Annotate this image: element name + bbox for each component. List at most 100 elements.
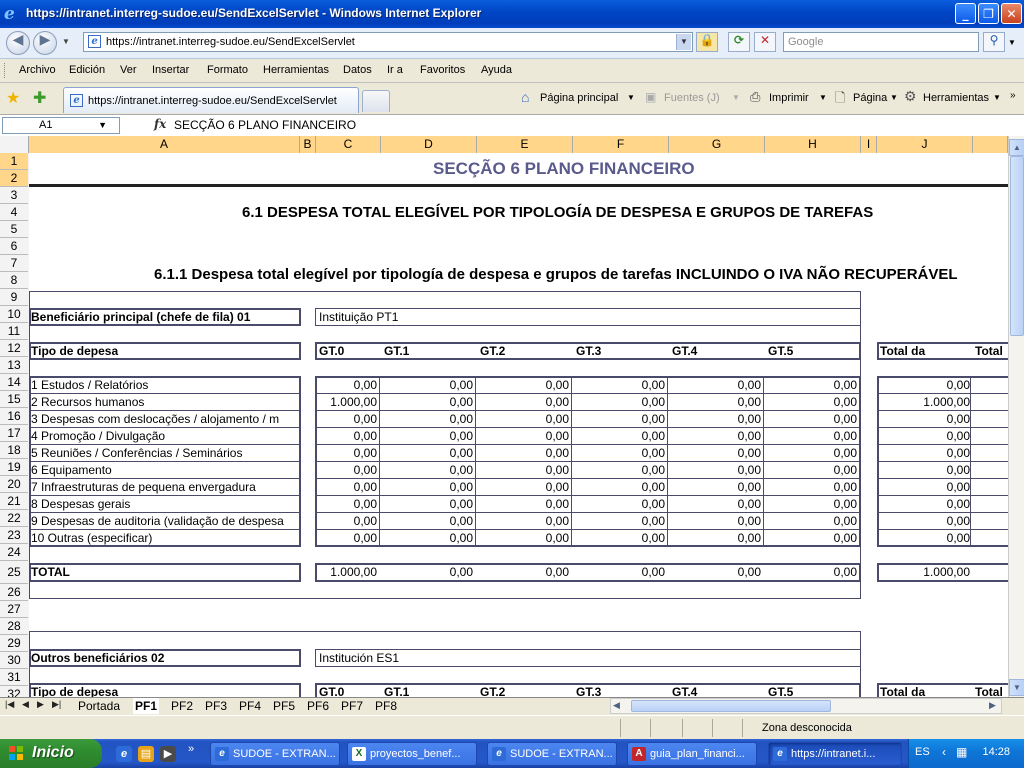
expense-value-cell[interactable]: 0,00 [764, 411, 859, 428]
total-value-cell[interactable]: 0,00 [380, 564, 475, 581]
horizontal-scrollbar[interactable]: ◀ ▶ [610, 698, 1002, 714]
row-header[interactable]: 8 [0, 272, 28, 289]
home-icon[interactable]: ⌂ [521, 89, 529, 105]
total-header[interactable]: Total [975, 343, 1003, 360]
gt-header[interactable]: GT.0 [319, 343, 344, 360]
quicklaunch-ie-icon[interactable]: e [116, 746, 132, 762]
sheet-tab-pf1[interactable]: PF1 [133, 698, 160, 714]
more-commands-icon[interactable]: » [1010, 90, 1016, 101]
add-favorite-icon[interactable]: ✚ [33, 88, 46, 108]
total-value-cell[interactable]: 1.000,00 [315, 564, 379, 581]
column-header[interactable]: C [316, 136, 381, 153]
expense-row-label[interactable]: 1 Estudos / Relatórios [31, 377, 299, 394]
taskbar-item[interactable]: e SUDOE - EXTRAN... [487, 742, 617, 766]
expense-value-cell[interactable]: 0,00 [668, 411, 764, 428]
menu-herramientas[interactable]: Herramientas [263, 64, 329, 76]
taskbar-item[interactable]: A guia_plan_financi... [627, 742, 757, 766]
sheet-tab-pf7[interactable]: PF7 [339, 698, 365, 714]
expense-value-cell[interactable]: 0,00 [764, 513, 859, 530]
close-button[interactable]: ✕ [1001, 3, 1022, 24]
expense-value-cell[interactable]: 0,00 [476, 513, 572, 530]
new-tab-button[interactable] [362, 90, 390, 112]
expense-value-cell[interactable]: 0,00 [380, 377, 476, 394]
expense-value-cell[interactable]: 0,00 [572, 462, 668, 479]
column-header[interactable]: D [381, 136, 477, 153]
row-header[interactable]: 15 [0, 391, 28, 408]
expense-value-cell[interactable]: 0,00 [315, 428, 380, 445]
gt-header[interactable]: GT.4 [672, 343, 697, 360]
row-header[interactable]: 19 [0, 459, 28, 476]
scroll-right-icon[interactable]: ▶ [989, 700, 996, 711]
expense-row-label[interactable]: 8 Despesas gerais [31, 496, 299, 513]
row-header[interactable]: 18 [0, 442, 28, 459]
sheet-tab-pf2[interactable]: PF2 [169, 698, 195, 714]
home-button[interactable]: Página principal [540, 92, 618, 104]
next-sheet-icon[interactable]: ▶ [37, 699, 44, 710]
print-dropdown-icon[interactable]: ▼ [819, 93, 827, 102]
expense-value-cell[interactable]: 0,00 [476, 377, 572, 394]
row-header[interactable]: 6 [0, 238, 28, 255]
sheet-tab-pf3[interactable]: PF3 [203, 698, 229, 714]
expense-value-cell[interactable]: 0,00 [572, 445, 668, 462]
expense-value-cell[interactable]: 0,00 [668, 445, 764, 462]
total-value-cell[interactable]: 0,00 [668, 564, 763, 581]
row-header[interactable]: 23 [0, 527, 28, 544]
window-title-bar[interactable]: e https://intranet.interreg-sudoe.eu/Sen… [0, 0, 1024, 28]
search-options-icon[interactable]: ▼ [1008, 38, 1016, 47]
menu-ayuda[interactable]: Ayuda [481, 64, 512, 76]
menu-edicion[interactable]: Edición [69, 64, 105, 76]
expense-value-cell[interactable]: 0,00 [764, 428, 859, 445]
column-header[interactable]: B [300, 136, 316, 153]
total-value-cell[interactable]: 0,00 [764, 564, 859, 581]
tools-dropdown-icon[interactable]: ▼ [993, 93, 1001, 102]
expense-row-label[interactable]: 7 Infraestruturas de pequena envergadura [31, 479, 299, 496]
taskbar-item-active[interactable]: e https://intranet.i... [768, 742, 902, 766]
expense-value-cell[interactable]: 1.000,00 [315, 394, 380, 411]
row-header[interactable]: 22 [0, 510, 28, 527]
formula-content[interactable]: SECÇÃO 6 PLANO FINANCEIRO [174, 118, 356, 132]
expense-value-cell[interactable]: 0,00 [315, 496, 380, 513]
expense-row-label[interactable]: 9 Despesas de auditoria (validação de de… [31, 513, 299, 530]
gt-header[interactable]: GT.1 [384, 343, 409, 360]
row-header[interactable]: 30 [0, 652, 28, 669]
sheet-tab-pf6[interactable]: PF6 [305, 698, 331, 714]
row-header[interactable]: 7 [0, 255, 28, 272]
grand-total-cell[interactable]: 1.000,00 [877, 564, 970, 581]
expense-value-cell[interactable]: 0,00 [380, 411, 476, 428]
expense-total-cell[interactable]: 0,00 [877, 445, 971, 462]
row-header[interactable]: 14 [0, 374, 28, 391]
forward-button[interactable]: ▶ [33, 31, 57, 55]
expense-value-cell[interactable]: 0,00 [668, 496, 764, 513]
expense-value-cell[interactable]: 0,00 [380, 496, 476, 513]
horizontal-scroll-thumb[interactable] [631, 700, 831, 712]
expense-value-cell[interactable]: 0,00 [476, 445, 572, 462]
quicklaunch-more-icon[interactable]: » [188, 743, 194, 755]
last-sheet-icon[interactable]: ▶| [52, 699, 61, 710]
page-button[interactable]: Página [853, 92, 887, 104]
expense-row-label[interactable]: 6 Equipamento [31, 462, 299, 479]
row-header[interactable]: 10 [0, 306, 28, 323]
expense-value-cell[interactable]: 0,00 [380, 479, 476, 496]
expense-row-label[interactable]: 3 Despesas com deslocações / alojamento … [31, 411, 299, 428]
expense-value-cell[interactable]: 0,00 [315, 377, 380, 394]
expense-value-cell[interactable]: 0,00 [572, 513, 668, 530]
vertical-scrollbar[interactable]: ▲ ▼ [1008, 136, 1024, 697]
gt-header[interactable]: GT.4 [672, 684, 697, 697]
expense-value-cell[interactable]: 0,00 [476, 411, 572, 428]
row-header[interactable]: 20 [0, 476, 28, 493]
row-header[interactable]: 2 [0, 170, 28, 187]
favorites-star-icon[interactable]: ★ [6, 88, 20, 108]
page-menu-icon[interactable]: 🗋 [835, 89, 845, 111]
search-input[interactable]: Google [783, 32, 979, 52]
expense-value-cell[interactable]: 0,00 [764, 394, 859, 411]
name-box[interactable]: A1 ▼ [2, 117, 120, 134]
total-header[interactable]: Total da [880, 684, 925, 697]
spreadsheet-grid[interactable]: SECÇÃO 6 PLANO FINANCEIRO 6.1 DESPESA TO… [29, 153, 1008, 697]
print-icon[interactable]: ⎙ [750, 89, 760, 105]
network-icon[interactable]: ▦ [956, 745, 967, 759]
expense-total-cell[interactable]: 0,00 [877, 411, 971, 428]
row-header[interactable]: 26 [0, 584, 28, 601]
expense-value-cell[interactable]: 0,00 [476, 496, 572, 513]
select-all-corner[interactable] [0, 136, 29, 153]
row-header[interactable]: 5 [0, 221, 28, 238]
